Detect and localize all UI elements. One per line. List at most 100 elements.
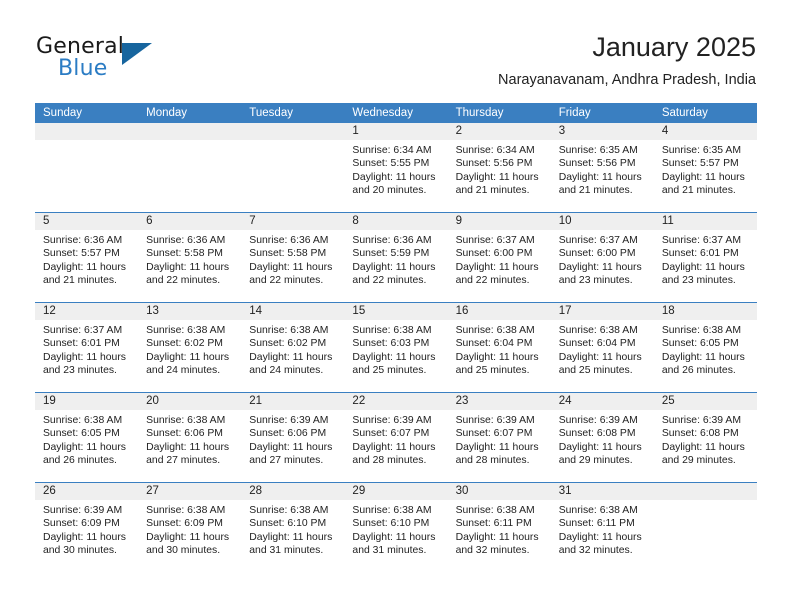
calendar-day-empty [241, 123, 345, 212]
calendar-grid: Sunday Monday Tuesday Wednesday Thursday… [35, 103, 757, 572]
daylight-text-line2: and 22 minutes. [249, 275, 324, 287]
sunrise-text: Sunrise: 6:39 AM [558, 415, 638, 426]
daylight-text-line2: and 27 minutes. [249, 455, 324, 467]
calendar-day-cell[interactable]: 29 Sunrise: 6:38 AM Sunset: 6:10 PM Dayligh… [344, 483, 448, 572]
daylight-text-line1: Daylight: 11 hours [146, 441, 230, 453]
calendar-day-cell[interactable]: 27 Sunrise: 6:38 AM Sunset: 6:09 PM Dayligh… [138, 483, 242, 572]
day-number: 5 [35, 213, 139, 230]
day-number: 3 [550, 123, 654, 140]
sunset-text: Sunset: 5:57 PM [43, 248, 120, 260]
calendar-day-cell[interactable]: 3 Sunrise: 6:35 AM Sunset: 5:56 PM Daylight… [550, 123, 654, 212]
day-number: 10 [550, 213, 654, 230]
day-number: 12 [35, 303, 139, 320]
day-number: 21 [241, 393, 345, 410]
sunset-text: Sunset: 6:09 PM [146, 518, 223, 530]
daylight-text-line1: Daylight: 11 hours [558, 441, 642, 453]
sunrise-text: Sunrise: 6:35 AM [661, 145, 741, 156]
daylight-text-line1: Daylight: 11 hours [558, 351, 642, 363]
daylight-text-line1: Daylight: 11 hours [249, 261, 333, 273]
weekday-friday: Friday [558, 107, 591, 119]
sunset-text: Sunset: 5:58 PM [249, 248, 327, 260]
daylight-text-line1: Daylight: 11 hours [661, 351, 745, 363]
calendar-day-cell[interactable]: 21 Sunrise: 6:39 AM Sunset: 6:06 PM Dayligh… [241, 393, 345, 482]
daylight-text-line1: Daylight: 11 hours [558, 261, 642, 273]
calendar-day-cell[interactable]: 18 Sunrise: 6:38 AM Sunset: 6:05 PM Dayligh… [653, 303, 757, 392]
calendar-day-cell[interactable]: 26 Sunrise: 6:39 AM Sunset: 6:09 PM Dayligh… [35, 483, 139, 572]
day-number [138, 123, 242, 140]
calendar-day-cell[interactable]: 13 Sunrise: 6:38 AM Sunset: 6:02 PM Dayligh… [138, 303, 242, 392]
day-number: 14 [241, 303, 345, 320]
sunrise-text: Sunrise: 6:37 AM [558, 235, 638, 246]
sunset-text: Sunset: 6:04 PM [558, 338, 636, 350]
page-header: General Blue January 2025 Narayanavanam,… [0, 0, 792, 103]
calendar-day-cell[interactable]: 30 Sunrise: 6:38 AM Sunset: 6:11 PM Dayligh… [447, 483, 551, 572]
day-sun-info: Sunrise: 6:38 AM Sunset: 6:10 PM Daylight:… [344, 500, 447, 558]
calendar-day-cell[interactable]: 24 Sunrise: 6:39 AM Sunset: 6:08 PM Dayligh… [550, 393, 654, 482]
calendar-day-cell[interactable]: 23 Sunrise: 6:39 AM Sunset: 6:07 PM Dayligh… [447, 393, 551, 482]
daylight-text-line1: Daylight: 11 hours [43, 531, 126, 543]
weekday-saturday: Saturday [661, 107, 708, 119]
sunset-text: Sunset: 6:06 PM [146, 428, 223, 440]
calendar-day-cell[interactable]: 17 Sunrise: 6:38 AM Sunset: 6:04 PM Dayligh… [550, 303, 654, 392]
calendar-day-cell[interactable]: 7 Sunrise: 6:36 AM Sunset: 5:58 PM Daylight… [241, 213, 345, 302]
calendar-day-cell[interactable]: 22 Sunrise: 6:39 AM Sunset: 6:07 PM Dayligh… [344, 393, 448, 482]
sunset-text: Sunset: 5:58 PM [146, 248, 223, 260]
calendar-day-cell[interactable]: 1 Sunrise: 6:34 AM Sunset: 5:55 PM Daylight… [344, 123, 448, 212]
calendar-day-cell[interactable]: 10 Sunrise: 6:37 AM Sunset: 6:00 PM Dayligh… [550, 213, 654, 302]
sunrise-text: Sunrise: 6:36 AM [146, 235, 226, 246]
calendar-day-cell[interactable]: 2 Sunrise: 6:34 AM Sunset: 5:56 PM Daylight… [447, 123, 551, 212]
sunrise-text: Sunrise: 6:37 AM [661, 235, 741, 246]
calendar-day-cell[interactable]: 12 Sunrise: 6:37 AM Sunset: 6:01 PM Dayligh… [35, 303, 139, 392]
day-number: 28 [241, 483, 345, 500]
daylight-text-line2: and 21 minutes. [43, 275, 117, 287]
daylight-text-line2: and 28 minutes. [455, 455, 530, 467]
day-number: 1 [344, 123, 448, 140]
calendar-day-cell[interactable]: 15 Sunrise: 6:38 AM Sunset: 6:03 PM Dayligh… [344, 303, 448, 392]
day-sun-info: Sunrise: 6:38 AM Sunset: 6:11 PM Daylight:… [551, 500, 654, 558]
sunrise-text: Sunrise: 6:37 AM [43, 325, 123, 336]
calendar-day-cell[interactable]: 28 Sunrise: 6:38 AM Sunset: 6:10 PM Dayligh… [241, 483, 345, 572]
day-number: 17 [550, 303, 654, 320]
sunrise-text: Sunrise: 6:37 AM [455, 235, 535, 246]
daylight-text-line2: and 21 minutes. [558, 185, 633, 197]
sunset-text: Sunset: 6:02 PM [249, 338, 327, 350]
weekday-sunday: Sunday [43, 107, 83, 119]
sunset-text: Sunset: 5:56 PM [558, 158, 636, 170]
day-number: 31 [550, 483, 654, 500]
calendar-day-cell[interactable]: 9 Sunrise: 6:37 AM Sunset: 6:00 PM Daylight… [447, 213, 551, 302]
calendar-day-cell[interactable]: 4 Sunrise: 6:35 AM Sunset: 5:57 PM Daylight… [653, 123, 757, 212]
calendar-day-cell[interactable]: 31 Sunrise: 6:38 AM Sunset: 6:11 PM Dayligh… [550, 483, 654, 572]
sunset-text: Sunset: 5:59 PM [352, 248, 430, 260]
day-sun-info: Sunrise: 6:36 AM Sunset: 5:59 PM Daylight:… [344, 230, 447, 288]
daylight-text-line2: and 23 minutes. [661, 275, 736, 287]
sunset-text: Sunset: 6:04 PM [455, 338, 533, 350]
calendar-day-cell[interactable]: 14 Sunrise: 6:38 AM Sunset: 6:02 PM Dayligh… [241, 303, 345, 392]
calendar-day-cell[interactable]: 19 Sunrise: 6:38 AM Sunset: 6:05 PM Dayligh… [35, 393, 139, 482]
day-sun-info: Sunrise: 6:36 AM Sunset: 5:57 PM Daylight:… [35, 230, 138, 288]
sunrise-text: Sunrise: 6:38 AM [352, 325, 432, 336]
calendar-weeks: 1 Sunrise: 6:34 AM Sunset: 5:55 PM Daylight… [35, 123, 757, 572]
sunset-text: Sunset: 5:57 PM [661, 158, 739, 170]
calendar-day-cell[interactable]: 8 Sunrise: 6:36 AM Sunset: 5:59 PM Daylight… [344, 213, 448, 302]
day-number: 30 [447, 483, 551, 500]
calendar-day-cell[interactable]: 5 Sunrise: 6:36 AM Sunset: 5:57 PM Daylight… [35, 213, 139, 302]
calendar-day-cell[interactable]: 20 Sunrise: 6:38 AM Sunset: 6:06 PM Dayligh… [138, 393, 242, 482]
day-sun-info: Sunrise: 6:38 AM Sunset: 6:02 PM Daylight:… [241, 320, 344, 378]
calendar-day-cell[interactable]: 25 Sunrise: 6:39 AM Sunset: 6:08 PM Dayligh… [653, 393, 757, 482]
day-number: 25 [653, 393, 757, 410]
daylight-text-line2: and 30 minutes. [146, 545, 221, 557]
sunrise-text: Sunrise: 6:39 AM [249, 415, 329, 426]
calendar-day-cell[interactable]: 16 Sunrise: 6:38 AM Sunset: 6:04 PM Dayligh… [447, 303, 551, 392]
day-sun-info: Sunrise: 6:38 AM Sunset: 6:05 PM Daylight:… [654, 320, 757, 378]
brand-logo[interactable]: General Blue [36, 34, 236, 86]
daylight-text-line2: and 31 minutes. [249, 545, 324, 557]
calendar-day-cell[interactable]: 11 Sunrise: 6:37 AM Sunset: 6:01 PM Dayligh… [653, 213, 757, 302]
calendar-week-row: 26 Sunrise: 6:39 AM Sunset: 6:09 PM Dayligh… [35, 482, 757, 572]
sunrise-text: Sunrise: 6:38 AM [455, 505, 535, 516]
day-sun-info: Sunrise: 6:37 AM Sunset: 6:00 PM Daylight:… [448, 230, 551, 288]
calendar-day-cell[interactable]: 6 Sunrise: 6:36 AM Sunset: 5:58 PM Daylight… [138, 213, 242, 302]
daylight-text-line1: Daylight: 11 hours [455, 171, 539, 183]
calendar-week-row: 1 Sunrise: 6:34 AM Sunset: 5:55 PM Daylight… [35, 123, 757, 212]
day-number: 7 [241, 213, 345, 230]
sunrise-text: Sunrise: 6:38 AM [249, 505, 329, 516]
